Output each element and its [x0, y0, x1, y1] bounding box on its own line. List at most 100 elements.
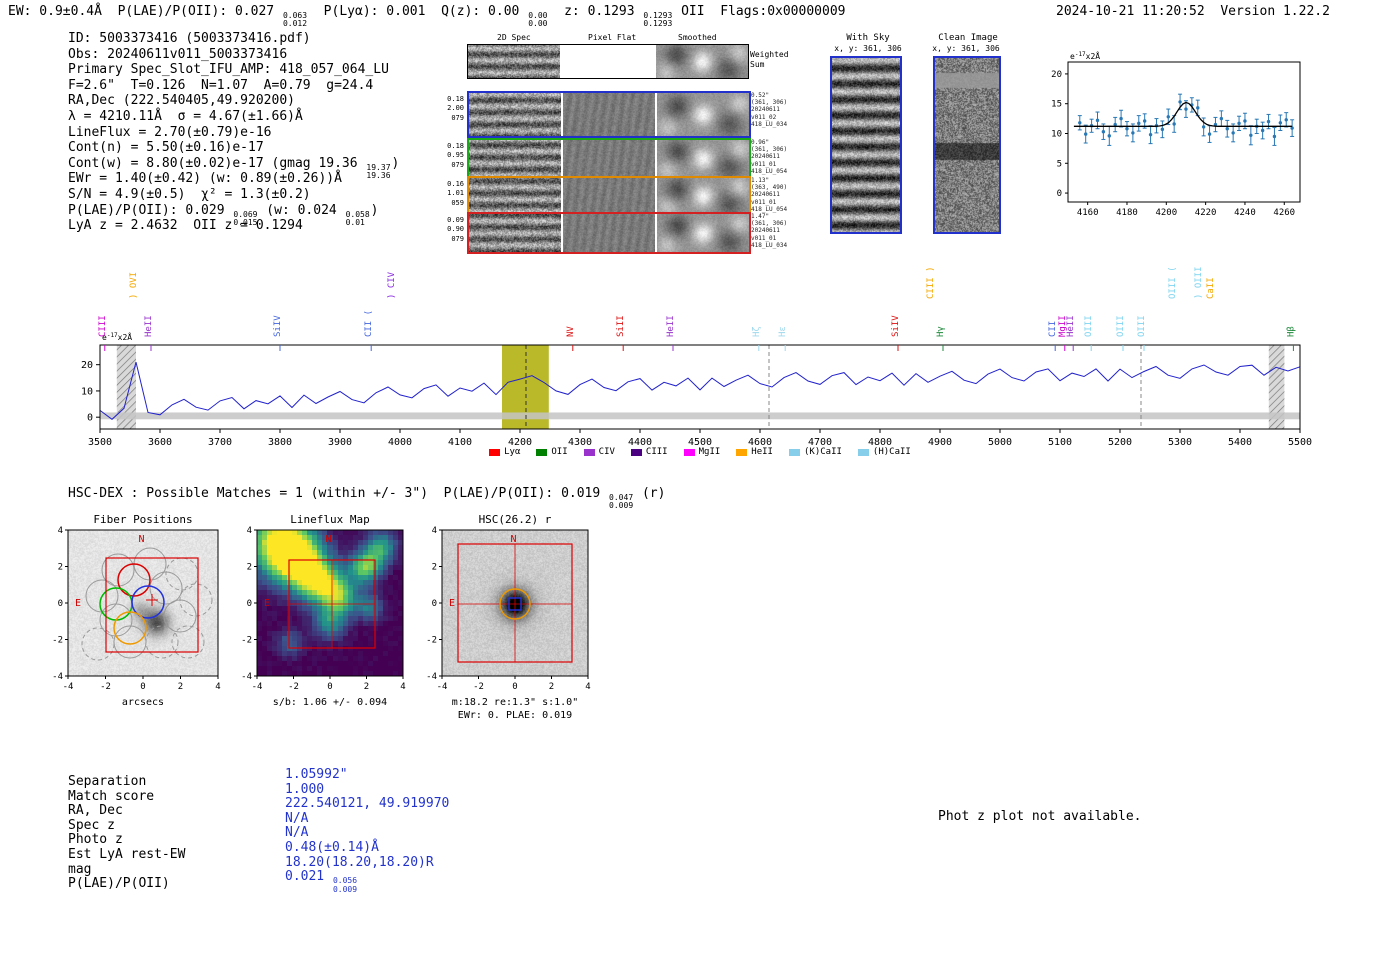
errorbar-point — [1149, 126, 1153, 144]
smoothed-image — [657, 140, 749, 177]
fiber-positions-xlabel: arcsecs — [68, 697, 218, 708]
spec2d-row — [467, 212, 751, 254]
svg-text:-2: -2 — [52, 636, 63, 646]
pixelflat-image — [563, 93, 655, 136]
withsky-image — [832, 58, 900, 232]
info-line: P(LAE)/P(OII): 0.029 0.0690.015 (w: 0.02… — [68, 203, 399, 219]
info-line: ID: 5003373416 (5003373416.pdf) — [68, 31, 399, 47]
legend-swatch — [631, 449, 642, 456]
info-line: λ = 4210.11Å σ = 4.67(±1.66)Å — [68, 109, 399, 125]
match-table-label: Est LyA rest-EW — [68, 848, 185, 863]
pixelflat-image — [563, 214, 655, 252]
emission-line-label: CIII ) — [926, 266, 936, 299]
svg-text:20: 20 — [1051, 70, 1062, 80]
smoothed-image — [657, 178, 749, 214]
spec2d-row-weights: 0.090.90079 — [446, 216, 464, 244]
spec2d-image — [468, 45, 560, 78]
errorbar-point — [1078, 116, 1082, 130]
svg-text:0: 0 — [140, 682, 145, 692]
emission-line-label: HeII — [1066, 315, 1076, 337]
lineflux-map-title: Lineflux Map — [257, 513, 403, 526]
weighted-sum-label: Weighted Sum — [750, 50, 796, 70]
svg-text:-4: -4 — [52, 672, 63, 682]
svg-text:4180: 4180 — [1116, 208, 1138, 218]
pixelflat-image — [563, 178, 655, 214]
legend-item: MgII — [684, 447, 721, 457]
spec2d-image — [469, 214, 561, 252]
errorbar-point — [1225, 120, 1229, 137]
noise-band — [100, 412, 1300, 419]
svg-text:0: 0 — [58, 599, 63, 609]
legend-item: (K)CaII — [789, 447, 842, 457]
elixer-report-page: EW: 0.9±0.4Å P(LAE)/P(OII): 0.027 0.0630… — [0, 0, 1400, 953]
errorbar-point — [1113, 117, 1117, 131]
hsc-cutout: -4-2024420-2-4NE — [442, 530, 588, 676]
smoothed-image — [657, 214, 749, 252]
spec2d-row-note: 1.13"(363, 490)20240611v011_01418_LU_054 — [751, 177, 795, 213]
errorbar-point — [1107, 126, 1111, 145]
spec2d-row-weights: 0.182.00079 — [446, 95, 464, 123]
svg-text:0: 0 — [1057, 189, 1062, 199]
svg-text:-4: -4 — [426, 672, 437, 682]
errorbar-point — [1290, 120, 1294, 137]
legend-item: (H)CaII — [858, 447, 911, 457]
spec2d-row-weights: 0.180.95079 — [446, 142, 464, 170]
svg-text:e-17x2Å: e-17x2Å — [1070, 50, 1100, 61]
emission-line-label: SiIV — [891, 315, 901, 337]
svg-text:2: 2 — [432, 563, 437, 573]
svg-text:4: 4 — [585, 682, 590, 692]
fiber-circle — [82, 628, 114, 660]
withsky-title: With Sky — [838, 33, 898, 43]
svg-text:2: 2 — [247, 563, 252, 573]
svg-text:10: 10 — [1051, 129, 1062, 139]
hsc-cutout-xlabel: m:18.2 re:1.3" s:1.0" — [442, 697, 588, 708]
info-line: Primary Spec_Slot_IFU_AMP: 418_057_064_L… — [68, 62, 399, 78]
photz-note: Phot z plot not available. — [938, 809, 1142, 824]
smoothed-image — [656, 45, 748, 78]
withsky-coords: x, y: 361, 306 — [832, 44, 904, 54]
spec2d-row-note: 1.47"(361, 306)20240611v011_01418_LU_034 — [751, 213, 795, 249]
info-line: LineFlux = 2.70(±0.79)e-16 — [68, 125, 399, 141]
emission-line-label: CIII — [98, 315, 108, 337]
svg-text:0: 0 — [512, 682, 517, 692]
match-table-value: 1.05992" — [285, 768, 449, 783]
errorbar-point — [1261, 122, 1265, 139]
emission-line-label: ) OIII — [1194, 266, 1204, 299]
emission-line-label: OIII — [1137, 315, 1147, 337]
info-line: Cont(n) = 5.50(±0.16)e-17 — [68, 140, 399, 156]
svg-text:-4: -4 — [437, 682, 448, 692]
errorbar-point — [1160, 121, 1164, 138]
info-line: S/N = 4.9(±0.5) χ² = 1.3(±0.2) — [68, 187, 399, 203]
svg-text:15: 15 — [1051, 100, 1062, 110]
clean-image — [935, 58, 999, 232]
emission-line-label: SiII — [616, 315, 626, 337]
match-table-value: 1.000 — [285, 783, 449, 798]
emission-line-label: ) OVI — [129, 272, 139, 299]
info-line: EWr = 1.40(±0.42) (w: 0.89(±0.26))Å — [68, 171, 399, 187]
legend-item: CIV — [584, 447, 615, 457]
errorbar-point — [1284, 113, 1288, 127]
svg-text:-4: -4 — [252, 682, 263, 692]
spec2d-row-note: 0.52"(361, 306)20240611v011_02418_LU_034 — [751, 92, 795, 128]
errorbar-point — [1208, 126, 1212, 143]
spectrum-legend: LyαOIICIVCIIIMgIIHeII(K)CaII(H)CaII — [100, 447, 1300, 457]
svg-text:-4: -4 — [241, 672, 252, 682]
svg-text:2: 2 — [178, 682, 183, 692]
emission-line-label: Hε — [778, 326, 788, 337]
svg-text:4: 4 — [58, 526, 63, 536]
legend-swatch — [536, 449, 547, 456]
fiber-positions-title: Fiber Positions — [68, 513, 218, 526]
svg-text:4: 4 — [247, 526, 252, 536]
target-info-block: ID: 5003373416 (5003373416.pdf)Obs: 2024… — [68, 31, 399, 234]
emission-line-label: Hγ — [936, 326, 946, 337]
smoothed-image — [657, 93, 749, 136]
svg-text:N: N — [511, 534, 517, 545]
emission-line-label: CaII — [1206, 277, 1216, 299]
match-table-label: Spec z — [68, 819, 185, 834]
legend-item: CIII — [631, 447, 668, 457]
spec2d-blank-panel — [562, 45, 654, 78]
spec2d-header-2dspec: 2D Spec — [497, 33, 531, 43]
header-timestamp-version: 2024-10-21 11:20:52 Version 1.22.2 — [1056, 4, 1330, 19]
match-table-label: Photo z — [68, 833, 185, 848]
svg-text:-2: -2 — [288, 682, 299, 692]
